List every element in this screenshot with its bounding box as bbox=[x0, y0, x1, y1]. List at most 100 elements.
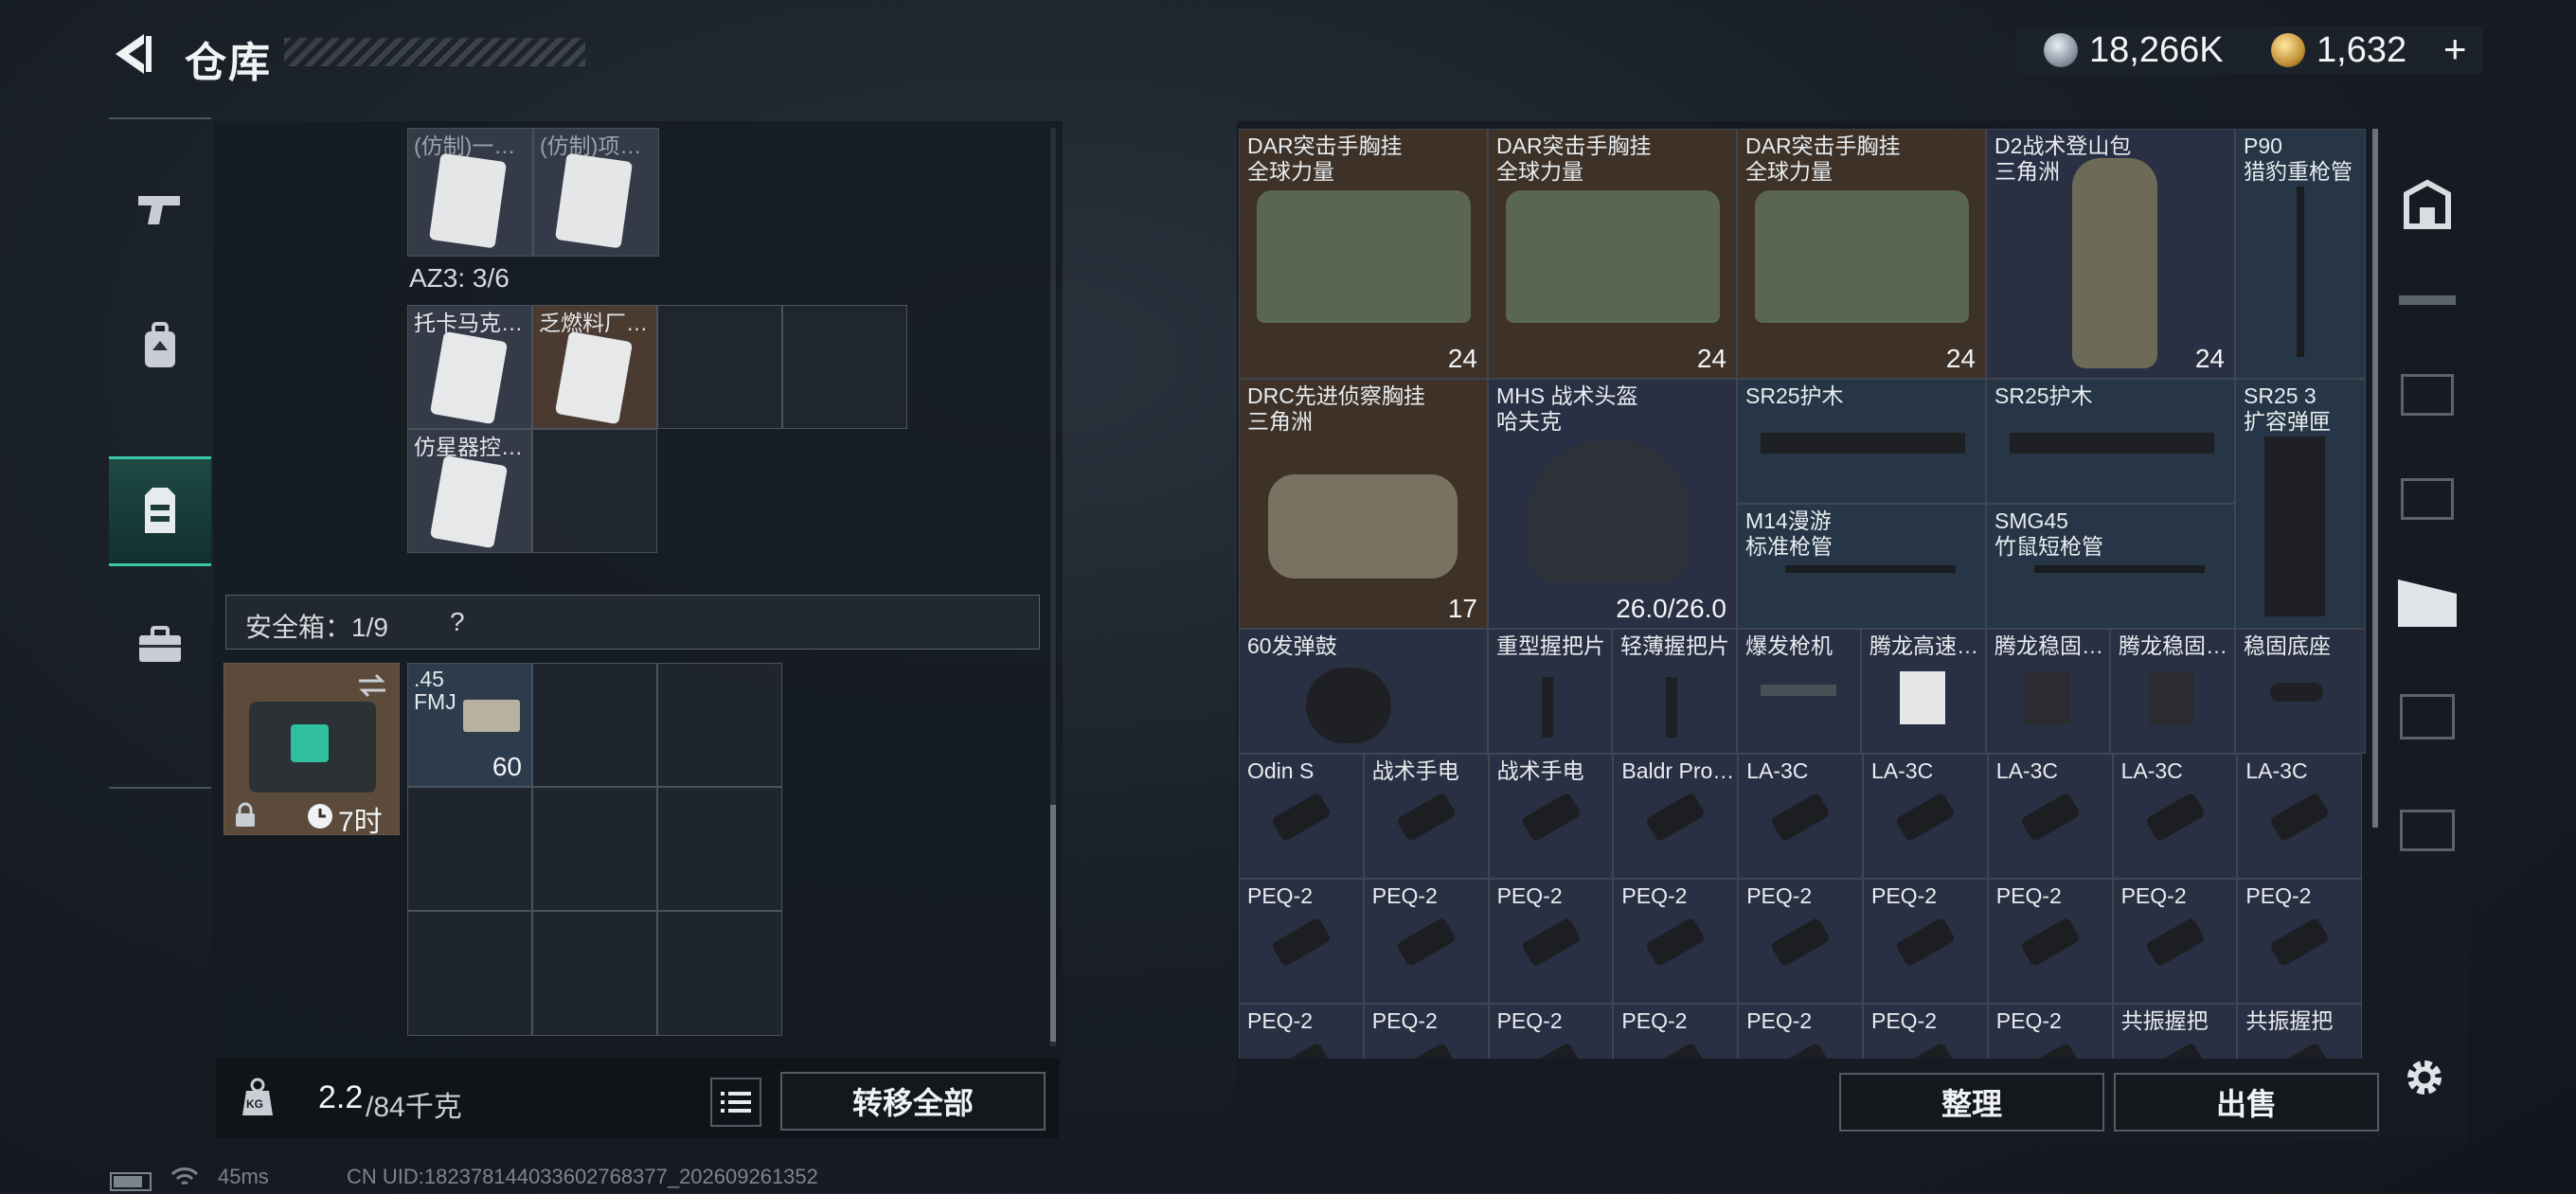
add-currency-button[interactable]: + bbox=[2443, 27, 2467, 72]
empty-slot[interactable] bbox=[532, 787, 657, 911]
empty-slot[interactable] bbox=[532, 429, 657, 553]
item-card[interactable]: 仿星器控… bbox=[407, 429, 532, 553]
item-name: PEQ-2 bbox=[1995, 1008, 2062, 1033]
item-card[interactable]: 轻薄握把片 bbox=[1612, 629, 1737, 754]
item-card[interactable]: Odin S bbox=[1239, 754, 1364, 879]
silver-balance: 18,266K bbox=[2089, 30, 2224, 70]
empty-slot[interactable] bbox=[532, 911, 657, 1036]
tab-rifles[interactable] bbox=[2387, 248, 2468, 352]
item-card[interactable]: PEQ-2 bbox=[1863, 1004, 1988, 1059]
right-scrollbar[interactable] bbox=[2372, 129, 2378, 828]
list-view-button[interactable] bbox=[710, 1078, 761, 1127]
item-card[interactable]: PEQ-2 bbox=[1363, 1004, 1489, 1059]
item-card[interactable]: LA-3C bbox=[1738, 754, 1863, 879]
item-card[interactable]: PEQ-2 bbox=[1863, 879, 1988, 1004]
nav-chest-rigs[interactable] bbox=[109, 456, 211, 566]
organize-button[interactable]: 整理 bbox=[1839, 1073, 2104, 1132]
left-scrollbar[interactable] bbox=[1050, 128, 1056, 1046]
nav-cases[interactable] bbox=[109, 593, 211, 697]
item-name: 腾龙稳固… bbox=[2119, 633, 2227, 658]
ammo-item[interactable]: .45 FMJ 60 bbox=[407, 663, 532, 787]
item-card[interactable]: PEQ-2 bbox=[1738, 879, 1863, 1004]
safebox-slot[interactable]: 7时 bbox=[224, 663, 400, 838]
empty-slot[interactable] bbox=[657, 663, 782, 787]
item-card[interactable]: 战术手电 bbox=[1363, 754, 1489, 879]
item-card[interactable]: M14漫游 标准枪管 bbox=[1737, 504, 1986, 629]
item-card[interactable]: P90 猎豹重枪管 bbox=[2235, 129, 2366, 379]
nav-backpacks[interactable] bbox=[109, 294, 211, 399]
item-card[interactable]: DAR突击手胸挂 全球力量 24 bbox=[1239, 129, 1488, 379]
item-image bbox=[1270, 917, 1333, 968]
item-image bbox=[2264, 437, 2325, 616]
back-button[interactable] bbox=[106, 28, 157, 80]
item-card[interactable]: SR25护木 bbox=[1986, 379, 2235, 504]
item-card[interactable]: PEQ-2 bbox=[1987, 879, 2113, 1004]
tab-tier-iv[interactable] bbox=[2387, 447, 2468, 551]
item-card[interactable]: PEQ-2 bbox=[1987, 1004, 2113, 1059]
item-card[interactable]: 重型握把片 bbox=[1488, 629, 1612, 754]
item-card[interactable]: PEQ-2 bbox=[1239, 1004, 1364, 1059]
empty-slot[interactable] bbox=[782, 305, 907, 429]
tab-all[interactable] bbox=[2387, 153, 2468, 258]
empty-slot[interactable] bbox=[407, 787, 532, 911]
empty-slot[interactable] bbox=[657, 305, 782, 429]
tab-gti-weapons[interactable] bbox=[2387, 778, 2468, 882]
tab-gti-armor[interactable] bbox=[2387, 665, 2468, 769]
item-card[interactable]: 爆发枪机 bbox=[1737, 629, 1861, 754]
tab-gti-attachments[interactable] bbox=[2387, 551, 2468, 655]
item-card[interactable]: DAR突击手胸挂 全球力量 24 bbox=[1488, 129, 1737, 379]
item-card[interactable]: D2战术登山包 三角洲 24 bbox=[1986, 129, 2235, 379]
item-card[interactable]: 共振握把 bbox=[2112, 1004, 2238, 1059]
item-name: Baldr Pro… bbox=[1621, 758, 1735, 783]
item-card[interactable]: PEQ-2 bbox=[1738, 1004, 1863, 1059]
page-title: 仓库 bbox=[185, 40, 272, 86]
item-name: SR25护木 bbox=[1995, 383, 2093, 408]
tab-tier-v[interactable] bbox=[2387, 343, 2468, 447]
empty-slot[interactable] bbox=[657, 787, 782, 911]
item-card[interactable]: PEQ-2 bbox=[1363, 879, 1489, 1004]
item-card[interactable]: SMG45 竹鼠短枪管 bbox=[1986, 504, 2235, 629]
item-card[interactable]: 腾龙稳固… bbox=[1986, 629, 2110, 754]
empty-slot[interactable] bbox=[657, 911, 782, 1036]
sell-button[interactable]: 出售 bbox=[2114, 1073, 2379, 1132]
item-card[interactable]: LA-3C bbox=[2237, 754, 2363, 879]
item-card[interactable]: (仿制)一… bbox=[407, 128, 533, 257]
settings-button[interactable] bbox=[2402, 1055, 2447, 1100]
item-card[interactable]: SR25护木 bbox=[1737, 379, 1986, 504]
scroll-thumb[interactable] bbox=[1050, 805, 1056, 1042]
item-card[interactable]: PEQ-2 bbox=[1488, 879, 1614, 1004]
item-card[interactable]: DRC先进侦察胸挂 三角洲 17 bbox=[1239, 379, 1488, 629]
item-image bbox=[1270, 1042, 1333, 1059]
item-card[interactable]: PEQ-2 bbox=[1239, 879, 1364, 1004]
item-card[interactable]: 共振握把 bbox=[2237, 1004, 2363, 1059]
item-card[interactable]: MHS 战术头盔 哈夫克 26.0/26.0 bbox=[1488, 379, 1737, 629]
help-button[interactable]: ? bbox=[450, 607, 465, 637]
item-card[interactable]: Baldr Pro… bbox=[1613, 754, 1739, 879]
nav-weapons[interactable] bbox=[109, 157, 211, 261]
item-card[interactable]: 乏燃料厂… bbox=[532, 305, 657, 429]
empty-slot[interactable] bbox=[407, 911, 532, 1036]
item-card[interactable]: (仿制)项… bbox=[533, 128, 659, 257]
item-card[interactable]: 腾龙高速… bbox=[1861, 629, 1986, 754]
item-card[interactable]: PEQ-2 bbox=[2112, 879, 2238, 1004]
item-card[interactable]: PEQ-2 bbox=[1488, 1004, 1614, 1059]
item-card[interactable]: SR25 3 扩容弹匣 bbox=[2235, 379, 2366, 629]
transfer-all-button[interactable]: 转移全部 bbox=[780, 1072, 1046, 1131]
durability: 26.0/26.0 bbox=[1616, 594, 1726, 623]
item-card[interactable]: LA-3C bbox=[2112, 754, 2238, 879]
item-name: 乏燃料厂… bbox=[539, 311, 648, 335]
empty-slot[interactable] bbox=[532, 663, 657, 787]
item-card[interactable]: 稳固底座 bbox=[2235, 629, 2366, 754]
item-card[interactable]: LA-3C bbox=[1863, 754, 1988, 879]
item-card[interactable]: PEQ-2 bbox=[2237, 879, 2363, 1004]
item-card[interactable]: 60发弹鼓 bbox=[1239, 629, 1488, 754]
item-card[interactable]: 战术手电 bbox=[1488, 754, 1614, 879]
item-card[interactable]: DAR突击手胸挂 全球力量 24 bbox=[1737, 129, 1986, 379]
item-card[interactable]: 托卡马克… bbox=[407, 305, 532, 429]
item-card[interactable]: LA-3C bbox=[1987, 754, 2113, 879]
item-image bbox=[429, 330, 509, 425]
item-card[interactable]: PEQ-2 bbox=[1613, 879, 1739, 1004]
item-card[interactable]: PEQ-2 bbox=[1613, 1004, 1739, 1059]
item-image bbox=[1770, 917, 1832, 968]
item-card[interactable]: 腾龙稳固… bbox=[2110, 629, 2235, 754]
